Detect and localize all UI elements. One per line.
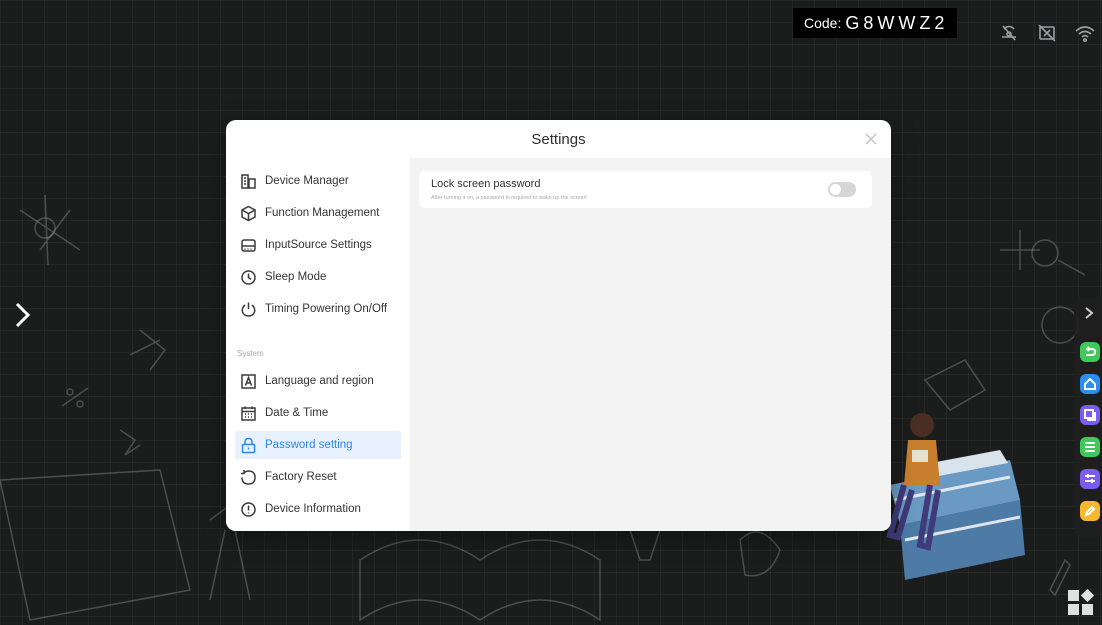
sidebar-item-timing-power[interactable]: Timing Powering On/Off xyxy=(235,295,401,323)
settings-sliders-button[interactable] xyxy=(1080,469,1100,489)
settings-dialog: Settings Device Manager Function Managem… xyxy=(226,120,891,531)
sidebar-item-sleep-mode[interactable]: Sleep Mode xyxy=(235,263,401,291)
lock-screen-password-toggle[interactable] xyxy=(828,182,856,197)
sidebar-item-function-management[interactable]: Function Management xyxy=(235,199,401,227)
chevron-right-icon xyxy=(15,302,31,328)
sidebar-item-label: Password setting xyxy=(265,439,353,451)
sidebar-item-device-manager[interactable]: Device Manager xyxy=(235,167,401,195)
screen-share-off-icon[interactable] xyxy=(1036,22,1058,44)
sidebar-item-label: Device Manager xyxy=(265,175,349,187)
windows-button[interactable] xyxy=(1080,405,1100,425)
close-icon xyxy=(865,133,877,145)
side-toolbar xyxy=(1074,298,1102,538)
section-label-system: System xyxy=(237,349,264,358)
menu-icon xyxy=(1085,442,1095,452)
back-icon xyxy=(1085,346,1096,356)
cube-icon xyxy=(241,205,256,221)
menu-button[interactable] xyxy=(1080,437,1100,457)
back-button[interactable] xyxy=(1080,342,1100,362)
home-icon xyxy=(1084,378,1096,390)
setting-title: Lock screen password xyxy=(431,178,541,190)
sidebar-item-date-time[interactable]: Date & Time xyxy=(235,399,401,427)
sidebar-item-label: Factory Reset xyxy=(265,471,337,483)
sidebar-item-label: Device Information xyxy=(265,503,361,515)
sidebar-item-factory-reset[interactable]: Factory Reset xyxy=(235,463,401,491)
sidebar-item-language-region[interactable]: Language and region xyxy=(235,367,401,395)
windows-icon xyxy=(1084,409,1096,421)
dialog-header: Settings xyxy=(226,120,891,158)
sidebar-item-label: Function Management xyxy=(265,207,380,219)
sidebar-item-label: InputSource Settings xyxy=(265,239,372,251)
power-icon xyxy=(241,302,256,317)
input-source-icon xyxy=(241,238,256,252)
expand-left-panel-button[interactable] xyxy=(12,300,34,338)
pen-icon xyxy=(1084,505,1096,517)
sidebar-item-inputsource-settings[interactable]: InputSource Settings xyxy=(235,231,401,259)
dialog-title: Settings xyxy=(531,130,586,148)
app-grid-icon xyxy=(1068,590,1079,601)
setting-description: After turning it on, a password is requi… xyxy=(431,195,587,201)
sidebar-item-device-information[interactable]: Device Information xyxy=(235,495,401,523)
reset-icon xyxy=(241,469,256,485)
app-grid-icon-cell xyxy=(1068,604,1079,615)
lock-screen-password-card: Lock screen password After turning it on… xyxy=(419,171,872,208)
home-button[interactable] xyxy=(1080,374,1100,394)
toggle-knob xyxy=(830,184,841,195)
pen-button[interactable] xyxy=(1080,501,1100,521)
info-icon xyxy=(241,501,256,517)
close-button[interactable] xyxy=(865,132,877,145)
clock-icon xyxy=(241,269,256,285)
sidebar-item-password-setting[interactable]: Password setting xyxy=(235,431,401,459)
language-icon xyxy=(241,373,256,389)
device-manager-icon xyxy=(241,173,256,189)
code-value: G8WWZ2 xyxy=(845,12,949,33)
app-grid-icon-cell xyxy=(1080,588,1095,603)
app-grid-icon-cell xyxy=(1082,604,1093,615)
sidebar-item-label: Timing Powering On/Off xyxy=(265,303,388,315)
sidebar-item-label: Date & Time xyxy=(265,407,329,419)
wifi-icon[interactable] xyxy=(1074,22,1096,44)
hotspot-off-icon[interactable] xyxy=(998,22,1020,44)
chevron-right-icon[interactable] xyxy=(1083,306,1095,320)
lock-icon xyxy=(241,437,256,453)
settings-content: Lock screen password After turning it on… xyxy=(410,158,891,531)
status-icons xyxy=(998,22,1096,44)
app-grid-button[interactable] xyxy=(1068,588,1095,615)
connection-code-badge: Code: G8WWZ2 xyxy=(793,8,957,38)
calendar-icon xyxy=(241,406,256,421)
settings-sliders-icon xyxy=(1085,474,1095,483)
sidebar-item-label: Sleep Mode xyxy=(265,271,327,283)
settings-sidebar: Device Manager Function Management Input… xyxy=(226,158,410,531)
code-label: Code: xyxy=(804,15,842,31)
sidebar-item-label: Language and region xyxy=(265,375,374,387)
